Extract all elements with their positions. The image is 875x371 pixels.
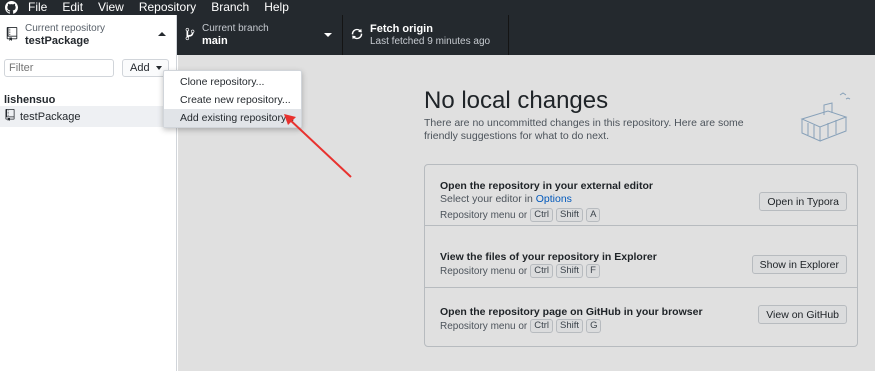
menu-help[interactable]: Help (264, 0, 289, 15)
menu-view[interactable]: View (98, 0, 124, 15)
repository-group-header: lishensuo (4, 94, 56, 106)
git-branch-icon (185, 27, 195, 44)
repository-sidebar: Add lishensuo testPackage (0, 55, 177, 371)
repository-icon (5, 109, 15, 124)
menu-item-clone-repository[interactable]: Clone repository... (164, 73, 301, 91)
current-repository-button[interactable]: Current repository testPackage (0, 15, 177, 55)
annotation-arrow-icon (284, 114, 352, 178)
fetch-origin-title: Fetch origin (370, 22, 433, 35)
repository-icon (6, 26, 18, 44)
menu-edit[interactable]: Edit (62, 0, 83, 15)
menu-file[interactable]: File (28, 0, 47, 15)
chevron-down-icon (155, 66, 162, 70)
current-repository-caption: Current repository (25, 22, 106, 34)
menu-branch[interactable]: Branch (211, 0, 249, 15)
chevron-down-icon (324, 33, 332, 37)
add-button[interactable]: Add (122, 59, 169, 77)
current-branch-button[interactable]: Current branch main (177, 15, 343, 55)
toolbar: Current repository testPackage Current b… (0, 15, 875, 55)
current-branch-name: main (202, 34, 228, 47)
menu-bar: File Edit View Repository Branch Help (0, 0, 875, 15)
menu-item-create-new-repository[interactable]: Create new repository... (164, 91, 301, 109)
current-branch-caption: Current branch (202, 22, 269, 34)
sync-icon (351, 27, 363, 44)
add-button-label: Add (130, 62, 150, 74)
chevron-up-icon (158, 32, 166, 36)
repository-list-item[interactable]: testPackage (0, 106, 176, 127)
current-repository-name: testPackage (25, 34, 90, 47)
menu-repository[interactable]: Repository (139, 0, 196, 15)
fetch-origin-subtitle: Last fetched 9 minutes ago (370, 35, 491, 47)
fetch-origin-button[interactable]: Fetch origin Last fetched 9 minutes ago (343, 15, 509, 55)
github-logo-icon (4, 1, 18, 15)
repository-list-item-label: testPackage (20, 110, 81, 123)
filter-input[interactable] (4, 59, 114, 77)
